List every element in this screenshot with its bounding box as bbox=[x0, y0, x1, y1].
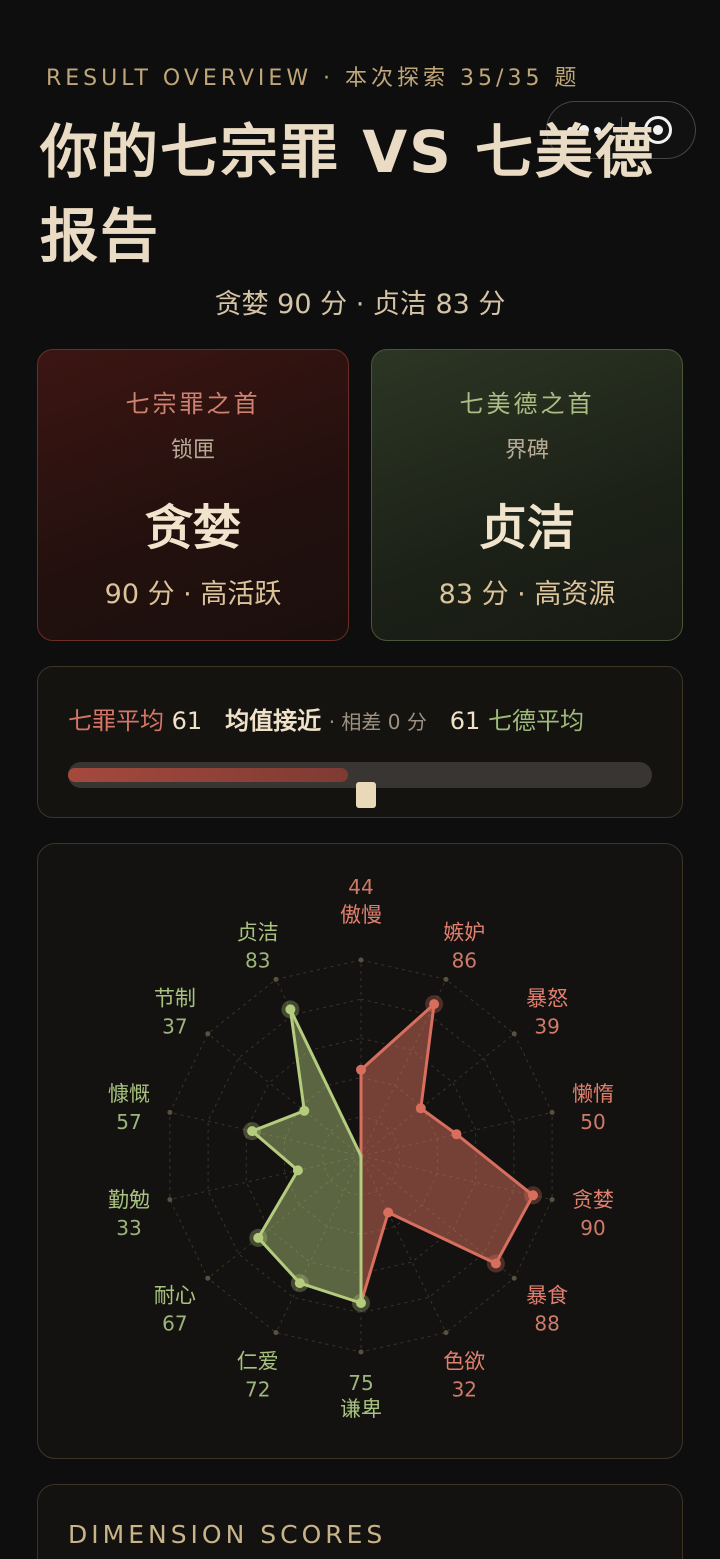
sin-label: 嫉妒 bbox=[443, 921, 485, 945]
sin-label: 傲慢 bbox=[340, 903, 382, 927]
sin-value-label: 32 bbox=[452, 1377, 477, 1401]
virtue-label: 谦卑 bbox=[340, 1397, 382, 1421]
radar-axis-tip bbox=[443, 976, 449, 982]
dimension-scores-card: DIMENSION SCORES bbox=[37, 1484, 683, 1559]
dimension-scores-title: DIMENSION SCORES bbox=[68, 1520, 387, 1549]
top-virtue-meta: 83 分 · 高资源 bbox=[438, 579, 616, 610]
sin-average-value: 61 bbox=[171, 707, 203, 735]
virtue-average-value: 61 bbox=[449, 707, 481, 735]
virtue-label: 勤勉 bbox=[108, 1188, 150, 1212]
virtue-label: 仁爱 bbox=[237, 1349, 279, 1373]
sin-label: 暴怒 bbox=[526, 987, 568, 1011]
sin-point-4 bbox=[528, 1190, 538, 1201]
virtue-point-13 bbox=[285, 1004, 296, 1015]
average-comparison-card: 七罪平均 61 均值接近 · 相差 0 分 61 七德平均 bbox=[37, 666, 683, 818]
virtue-point-10 bbox=[292, 1165, 303, 1176]
virtue-value-label: 83 bbox=[245, 949, 270, 973]
virtue-value-label: 33 bbox=[116, 1216, 141, 1240]
top-sin-heading: 七宗罪之首 bbox=[125, 390, 261, 418]
sin-value-label: 86 bbox=[452, 949, 477, 973]
virtue-label: 慷慨 bbox=[108, 1082, 150, 1106]
virtue-point-7 bbox=[356, 1298, 366, 1308]
sin-point-6 bbox=[383, 1207, 394, 1218]
sin-point-2 bbox=[415, 1103, 426, 1114]
radar-axis-tip bbox=[273, 1330, 279, 1336]
sin-label: 暴食 bbox=[526, 1283, 568, 1307]
top-virtue-heading: 七美德之首 bbox=[459, 390, 595, 418]
score-summary: 贪婪 90 分 · 贞洁 83 分 bbox=[214, 289, 506, 320]
radar-axis-tip bbox=[549, 1109, 555, 1115]
sin-label: 色欲 bbox=[443, 1349, 485, 1373]
radar-axis-tip bbox=[511, 1275, 517, 1281]
comparison-difference: · 相差 0 分 bbox=[328, 710, 427, 734]
sin-point-5 bbox=[490, 1258, 501, 1269]
virtue-label: 节制 bbox=[154, 987, 196, 1011]
top-sin-archetype: 锁匣 bbox=[170, 438, 215, 463]
top-virtue-card: 七美德之首 界碑 贞洁 83 分 · 高资源 bbox=[371, 349, 683, 641]
sin-label: 懒惰 bbox=[572, 1082, 614, 1106]
radar-axis-tip bbox=[511, 1031, 517, 1037]
radar-chart-card: 傲慢 44 嫉妒 86 暴怒 39 懒惰 50 贪婪 90 暴食 88 色欲 32 谦卑 75 仁爱 72 耐心 67… bbox=[37, 843, 683, 1459]
radar-chart: 傲慢 44 嫉妒 86 暴怒 39 懒惰 50 贪婪 90 暴食 88 色欲 32 谦卑75 仁爱 72 耐心 67… bbox=[108, 875, 614, 1421]
sin-point-0 bbox=[356, 1064, 366, 1075]
sin-value-label: 50 bbox=[580, 1110, 605, 1134]
radar-axis-tip bbox=[205, 1275, 211, 1281]
sin-average-fill bbox=[68, 768, 349, 782]
sin-average-label: 七罪平均 bbox=[68, 707, 164, 735]
virtue-point-9 bbox=[253, 1232, 264, 1243]
radar-axis-tip bbox=[549, 1197, 555, 1203]
sin-label: 贪婪 bbox=[572, 1188, 614, 1212]
virtue-value-label: 37 bbox=[162, 1015, 187, 1039]
radar-axis-tip bbox=[205, 1031, 211, 1037]
result-eyebrow: RESULT OVERVIEW · 本次探索 35/35 题 bbox=[46, 66, 581, 91]
top-sin-meta: 90 分 · 高活跃 bbox=[104, 579, 282, 610]
virtue-value-label: 57 bbox=[116, 1110, 141, 1134]
sin-value-label: 44 bbox=[348, 875, 373, 899]
comparison-verdict: 均值接近 bbox=[225, 707, 322, 735]
virtue-point-12 bbox=[299, 1105, 310, 1116]
top-virtue-name: 贞洁 bbox=[478, 500, 575, 556]
virtue-point-8 bbox=[294, 1278, 305, 1289]
virtue-label: 贞洁 bbox=[237, 921, 279, 945]
virtue-label: 耐心 bbox=[154, 1283, 196, 1307]
virtue-area bbox=[250, 1007, 363, 1305]
virtue-value-label: 72 bbox=[245, 1377, 270, 1401]
radar-axis-tip bbox=[358, 1349, 364, 1355]
virtue-value-label: 67 bbox=[162, 1311, 187, 1335]
comparison-row: 七罪平均 61 均值接近 · 相差 0 分 61 七德平均 bbox=[68, 701, 584, 736]
sin-value-label: 88 bbox=[534, 1311, 559, 1335]
virtue-average-label: 七德平均 bbox=[487, 707, 584, 735]
sin-value-label: 90 bbox=[580, 1216, 605, 1240]
radar-axis-tip bbox=[443, 1330, 449, 1336]
page-title: 你的七宗罪 VS 七美德报告 bbox=[40, 118, 656, 270]
sin-value-label: 39 bbox=[534, 1015, 559, 1039]
sin-point-1 bbox=[429, 999, 440, 1010]
sin-point-3 bbox=[451, 1129, 462, 1140]
sin-area bbox=[359, 1002, 535, 1305]
radar-axis-tip bbox=[358, 957, 364, 963]
radar-axis-tip bbox=[167, 1109, 173, 1115]
virtue-value-label: 75 bbox=[348, 1371, 373, 1395]
radar-axis-tip bbox=[167, 1197, 173, 1203]
radar-axis-tip bbox=[273, 976, 279, 982]
top-sin-card: 七宗罪之首 锁匣 贪婪 90 分 · 高活跃 bbox=[37, 349, 349, 641]
virtue-point-11 bbox=[247, 1126, 258, 1137]
top-sin-name: 贪婪 bbox=[144, 500, 241, 556]
balance-track bbox=[68, 762, 652, 808]
balance-marker bbox=[355, 782, 376, 808]
top-virtue-archetype: 界碑 bbox=[504, 438, 549, 463]
